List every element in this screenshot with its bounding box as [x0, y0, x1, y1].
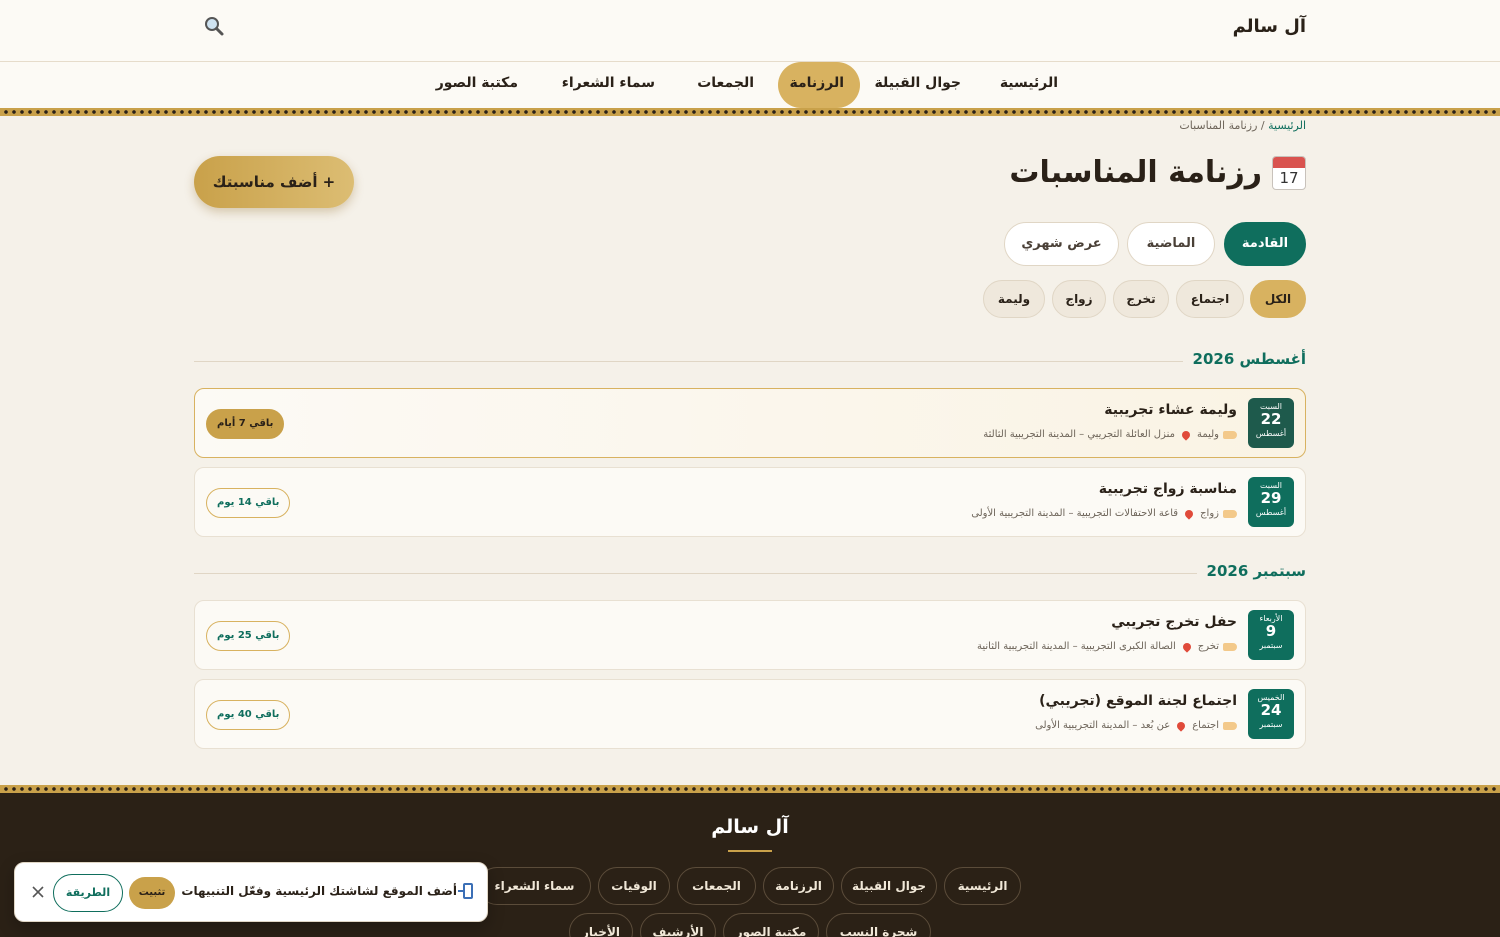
location-pin-icon: [1180, 428, 1192, 441]
location-pin-icon: [1175, 719, 1187, 732]
event-month: أغسطس: [1255, 508, 1287, 517]
footer-link-archive[interactable]: الأرشيف: [640, 913, 716, 937]
footer-link-family-tree[interactable]: شجرة النسب: [826, 913, 931, 937]
tab-monthly-view[interactable]: عرض شهري: [1004, 222, 1119, 266]
footer-link-obituaries[interactable]: الوفيات: [598, 867, 670, 905]
footer-brand: آل سالم: [711, 816, 789, 838]
site-brand[interactable]: آل سالم: [1233, 16, 1306, 37]
event-meta: تخرج الصالة الكبرى التجريبية – المدينة ا…: [976, 640, 1237, 653]
event-type: وليمة: [1196, 429, 1219, 440]
event-month: سبتمبر: [1259, 641, 1283, 650]
tab-upcoming[interactable]: القادمة: [1224, 222, 1306, 266]
calendar-icon-day: 17: [1279, 168, 1299, 187]
countdown-badge: باقي 40 يوم: [206, 700, 291, 730]
decorative-border-bottom: [0, 785, 1500, 793]
event-title: مناسبة زواج تجريبية: [1098, 481, 1237, 497]
tag-icon: [1223, 430, 1237, 439]
event-card[interactable]: السبت 22 أغسطس وليمة عشاء تجريبية وليمة …: [194, 388, 1306, 458]
search-icon[interactable]: [202, 14, 226, 38]
top-header: آل سالم: [0, 0, 1500, 62]
close-icon[interactable]: [29, 883, 47, 901]
nav-gallery[interactable]: مكتبة الصور: [420, 62, 534, 108]
location-pin-icon: [1183, 507, 1195, 520]
event-location: الصالة الكبرى التجريبية – المدينة التجري…: [976, 641, 1176, 652]
footer-link-gatherings[interactable]: الجمعات: [677, 867, 756, 905]
tag-icon: [1223, 721, 1237, 730]
event-date: 24: [1260, 701, 1282, 719]
event-type: زواج: [1200, 508, 1219, 519]
footer-link-poets[interactable]: سماء الشعراء: [478, 867, 591, 905]
event-date: 22: [1260, 410, 1282, 428]
nav-gatherings[interactable]: الجمعات: [681, 62, 770, 108]
add-event-button[interactable]: + أضف مناسبتك: [194, 156, 354, 208]
filter-meeting[interactable]: اجتماع: [1176, 280, 1244, 318]
event-meta: اجتماع عن بُعد – المدينة التجريبية الأول…: [1035, 719, 1237, 732]
footer-divider: [728, 850, 772, 852]
month-header: سبتمبر 2026: [194, 562, 1306, 582]
footer-link-news[interactable]: الأخبار: [569, 913, 633, 937]
nav-poets[interactable]: سماء الشعراء: [546, 62, 671, 108]
filter-banquet[interactable]: وليمة: [983, 280, 1045, 318]
month-label: أغسطس 2026: [1182, 350, 1306, 368]
nav-home[interactable]: الرئيسية: [984, 62, 1074, 108]
howto-button[interactable]: الطريقة: [53, 874, 123, 912]
countdown-badge: باقي 14 يوم: [206, 488, 291, 518]
event-location: منزل العائلة التجريبي – المدينة التجريبي…: [983, 429, 1175, 440]
location-pin-icon: [1181, 640, 1193, 653]
countdown-badge: باقي 25 يوم: [206, 621, 291, 651]
install-prompt-text: أضف الموقع لشاشتك الرئيسية وفعّل التنبيه…: [181, 884, 457, 898]
install-button[interactable]: تثبيت: [129, 877, 175, 909]
filter-graduation[interactable]: تخرج: [1113, 280, 1169, 318]
event-meta: زواج قاعة الاحتفالات التجريبية – المدينة…: [971, 507, 1237, 520]
page-title: رزنامة المناسبات: [1009, 155, 1262, 190]
event-card[interactable]: الأربعاء 9 سبتمبر حفل تخرج تجريبي تخرج ا…: [194, 600, 1306, 670]
event-date: 9: [1265, 622, 1277, 640]
decorative-border-top: [0, 108, 1500, 116]
filter-wedding[interactable]: زواج: [1052, 280, 1106, 318]
event-month: سبتمبر: [1259, 720, 1283, 729]
event-type: تخرج: [1197, 641, 1219, 652]
nav-calendar[interactable]: الرزنامة: [778, 62, 860, 108]
phone-icon: [458, 883, 473, 899]
month-label: سبتمبر 2026: [1196, 562, 1306, 580]
page-title-row: 17 رزنامة المناسبات: [1009, 155, 1306, 190]
tag-icon: [1223, 509, 1237, 518]
install-prompt: أضف الموقع لشاشتك الرئيسية وفعّل التنبيه…: [14, 862, 488, 922]
filter-all[interactable]: الكل: [1250, 280, 1306, 318]
calendar-icon: 17: [1272, 155, 1306, 190]
footer-link-home[interactable]: الرئيسية: [944, 867, 1021, 905]
footer-link-calendar[interactable]: الرزنامة: [763, 867, 834, 905]
tag-icon: [1223, 642, 1237, 651]
breadcrumb-home[interactable]: الرئيسية: [1268, 119, 1306, 132]
month-header: أغسطس 2026: [194, 350, 1306, 370]
footer-link-gallery[interactable]: مكتبة الصور: [723, 913, 819, 937]
event-date-badge: الأربعاء 9 سبتمبر: [1248, 610, 1294, 660]
breadcrumb-current: رزنامة المناسبات: [1179, 119, 1258, 132]
event-location: قاعة الاحتفالات التجريبية – المدينة التج…: [971, 508, 1179, 519]
event-title: اجتماع لجنة الموقع (تجريبي): [1039, 693, 1237, 709]
event-date-badge: الخميس 24 سبتمبر: [1248, 689, 1294, 739]
event-title: حفل تخرج تجريبي: [1111, 614, 1237, 630]
event-card[interactable]: السبت 29 أغسطس مناسبة زواج تجريبية زواج …: [194, 467, 1306, 537]
breadcrumb-separator: /: [1257, 119, 1269, 132]
main-nav: الرئيسية جوال القبيلة الرزنامة الجمعات س…: [0, 62, 1500, 108]
event-date-badge: السبت 29 أغسطس: [1248, 477, 1294, 527]
event-card[interactable]: الخميس 24 سبتمبر اجتماع لجنة الموقع (تجر…: [194, 679, 1306, 749]
event-date: 29: [1260, 489, 1282, 507]
event-location: عن بُعد – المدينة التجريبية الأولى: [1035, 720, 1171, 731]
footer-link-tribe-mobile[interactable]: جوال القبيلة: [841, 867, 937, 905]
event-title: وليمة عشاء تجريبية: [1104, 402, 1237, 418]
event-month: أغسطس: [1255, 429, 1287, 438]
event-date-badge: السبت 22 أغسطس: [1248, 398, 1294, 448]
breadcrumb: الرئيسية / رزنامة المناسبات: [1179, 119, 1306, 132]
countdown-badge: باقي 7 أيام: [206, 409, 285, 439]
tab-past[interactable]: الماضية: [1127, 222, 1215, 266]
install-prompt-message: أضف الموقع لشاشتك الرئيسية وفعّل التنبيه…: [181, 883, 473, 899]
event-meta: وليمة منزل العائلة التجريبي – المدينة ال…: [983, 428, 1237, 441]
event-type: اجتماع: [1192, 720, 1219, 731]
nav-tribe-mobile[interactable]: جوال القبيلة: [859, 62, 977, 108]
